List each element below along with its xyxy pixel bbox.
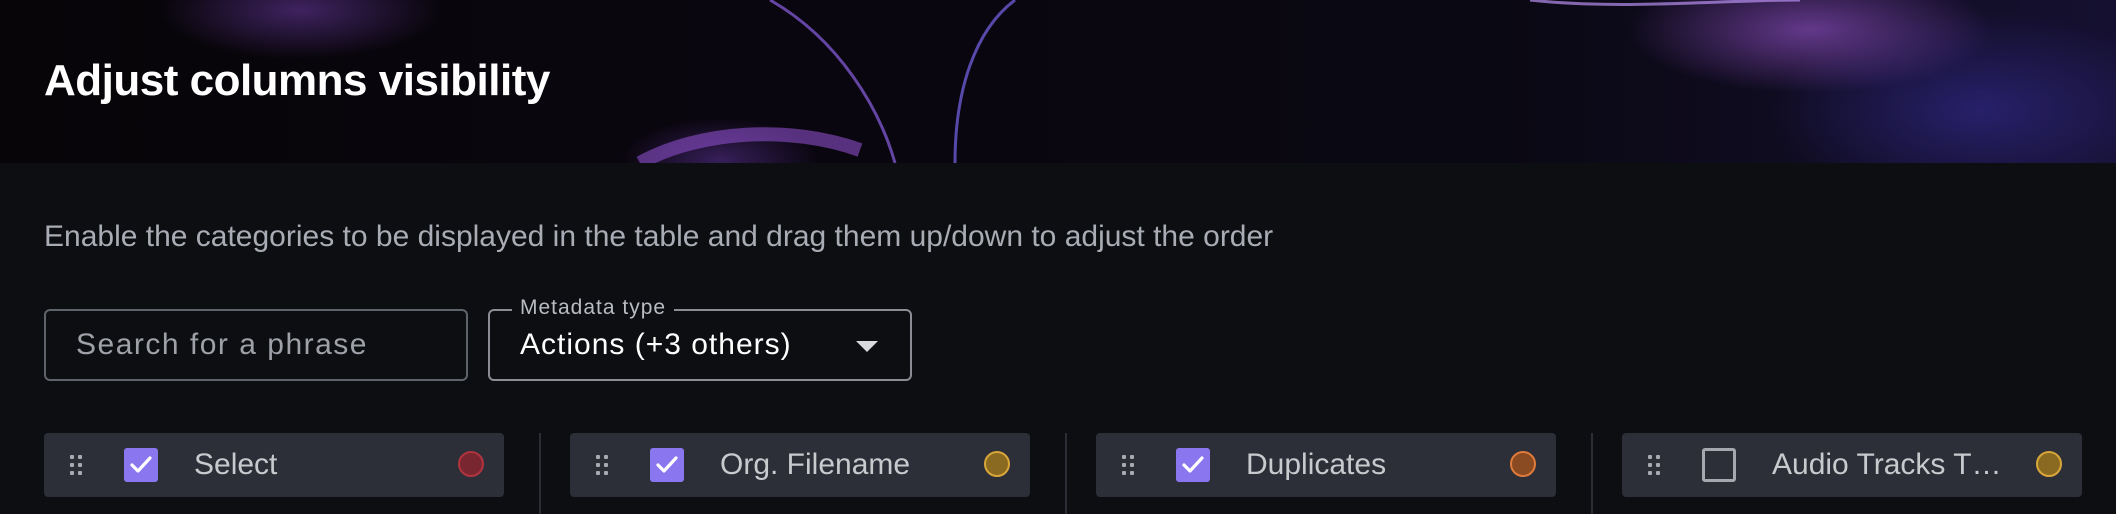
- drag-handle-icon[interactable]: [1648, 455, 1662, 475]
- checkmark-icon: [130, 456, 152, 473]
- status-dot: [984, 451, 1010, 477]
- column-item-duplicates[interactable]: Duplicates: [1096, 433, 1556, 497]
- column-divider: [1591, 433, 1593, 514]
- checkmark-icon: [656, 456, 678, 473]
- column-item-audio-tracks[interactable]: Audio Tracks T…: [1622, 433, 2082, 497]
- adjust-columns-dialog: Adjust columns visibility Enable the cat…: [0, 0, 2116, 514]
- column-label: Select: [194, 448, 278, 481]
- status-dot: [458, 451, 484, 477]
- column-divider: [1065, 433, 1067, 514]
- dialog-header: Adjust columns visibility: [0, 0, 2116, 163]
- column-item-select[interactable]: Select: [44, 433, 504, 497]
- status-dot: [2036, 451, 2062, 477]
- status-dot: [1510, 451, 1536, 477]
- checkmark-icon: [1182, 456, 1204, 473]
- drag-handle-icon[interactable]: [1122, 455, 1136, 475]
- drag-handle-icon[interactable]: [596, 455, 610, 475]
- dialog-title: Adjust columns visibility: [44, 56, 550, 105]
- dialog-description: Enable the categories to be displayed in…: [44, 220, 1274, 253]
- dropdown-caret-icon: [856, 341, 878, 352]
- metadata-type-label: Metadata type: [512, 296, 675, 320]
- search-input[interactable]: [44, 309, 468, 381]
- column-checkbox[interactable]: [650, 448, 684, 482]
- column-label: Org. Filename: [720, 448, 911, 481]
- column-checkbox[interactable]: [1702, 448, 1736, 482]
- column-checkbox[interactable]: [1176, 448, 1210, 482]
- column-label: Duplicates: [1246, 448, 1387, 481]
- metadata-type-select[interactable]: Metadata type Actions (+3 others): [488, 296, 912, 381]
- drag-handle-icon[interactable]: [70, 455, 84, 475]
- column-list: Select Org. Filename Duplicates Audio Tr…: [44, 433, 2084, 514]
- column-item-org-filename[interactable]: Org. Filename: [570, 433, 1030, 497]
- column-divider: [539, 433, 541, 514]
- metadata-type-value: Actions (+3 others): [520, 328, 792, 361]
- column-checkbox[interactable]: [124, 448, 158, 482]
- column-label: Audio Tracks T…: [1772, 448, 2002, 481]
